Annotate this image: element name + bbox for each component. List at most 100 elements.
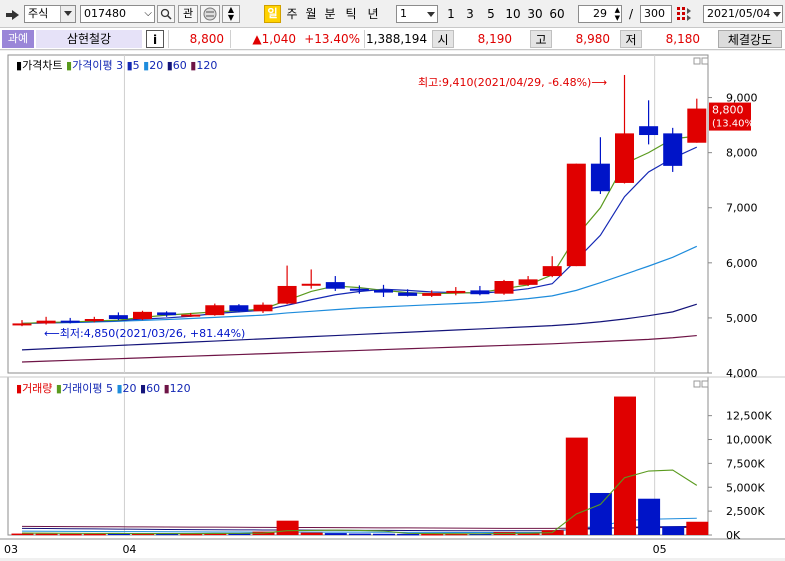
- legend-marker: ▮: [187, 59, 197, 72]
- candle-body: [566, 163, 586, 267]
- market-select-value: 주식: [28, 7, 49, 20]
- candle-body: [325, 282, 345, 289]
- chevron-down-icon[interactable]: [60, 6, 75, 22]
- stock-name[interactable]: 삼현철강: [36, 30, 142, 48]
- interval-3-button[interactable]: 3: [463, 6, 477, 22]
- legend-label[interactable]: 20: [123, 382, 137, 395]
- spin-icon[interactable]: ▲ ▼: [615, 6, 620, 22]
- price-axis-label: 7,000: [726, 202, 758, 215]
- candle-body: [157, 312, 177, 316]
- stock-code-input[interactable]: 017480 ⌵: [80, 5, 155, 23]
- current-price-tag-pct: (13.40%): [712, 119, 758, 130]
- candle-body: [301, 283, 321, 286]
- legend-label[interactable]: 120: [196, 59, 217, 72]
- volume-bar: [59, 533, 82, 536]
- x-axis-label: 04: [122, 543, 136, 556]
- legend-label[interactable]: 120: [170, 382, 191, 395]
- trade-strength-button[interactable]: 체결강도: [718, 30, 782, 48]
- candle-body: [470, 290, 490, 295]
- volume-bar: [565, 437, 588, 535]
- volume-bar: [373, 533, 395, 536]
- high-price: 8,980: [575, 32, 610, 46]
- candle-body: [36, 320, 56, 324]
- volume-axis-label: 12,500K: [726, 410, 772, 423]
- legend-label[interactable]: 거래량: [22, 382, 52, 395]
- candle-body: [349, 288, 369, 291]
- legend-marker: ▮: [163, 59, 173, 72]
- period-tick-button[interactable]: 틱: [344, 6, 358, 22]
- interval-10-button[interactable]: 10: [504, 6, 522, 22]
- volume-bar: [35, 533, 58, 536]
- candle-body: [205, 305, 225, 316]
- interval-select-value: 1: [400, 7, 407, 20]
- volume-legend: ▮거래량 ▮거래이평 5 ▮20 ▮60 ▮120: [16, 382, 191, 395]
- volume-bar: [589, 492, 612, 535]
- chevron-down-icon[interactable]: ⌵: [144, 6, 152, 22]
- settings-grid-icon[interactable]: [676, 6, 692, 25]
- chart-area[interactable]: 9,000 8,000 7,000 6,000 5,000 4,000 12,500K 10,…: [0, 51, 785, 558]
- legend-label[interactable]: 가격차트: [22, 59, 62, 72]
- panel-maximize-icon[interactable]: [693, 57, 701, 65]
- menu-arrow-icon[interactable]: [6, 9, 20, 20]
- interval-60-button[interactable]: 60: [548, 6, 566, 22]
- legend-label[interactable]: 20: [149, 59, 163, 72]
- swap-icon: [203, 7, 217, 21]
- volume-axis-label: 5,000K: [726, 481, 765, 494]
- panel-close-icon[interactable]: [701, 380, 709, 388]
- candle-body: [108, 315, 128, 320]
- panel-close-icon[interactable]: [701, 57, 709, 65]
- sort-button[interactable]: [200, 5, 220, 23]
- interval-select[interactable]: 1: [396, 5, 438, 23]
- legend-label[interactable]: 5: [133, 59, 140, 72]
- price-axis-label: 5,000: [726, 312, 758, 325]
- candle-body: [374, 289, 393, 293]
- total-count-input[interactable]: 300: [640, 5, 672, 23]
- open-label: 시: [432, 30, 454, 48]
- stock-chart[interactable]: 9,0008,0007,0006,0005,0004,00012,500K10,…: [0, 51, 785, 558]
- low-label: 저: [620, 30, 642, 48]
- candle-body: [181, 314, 201, 317]
- legend-marker: ▮: [140, 59, 150, 72]
- candle-body: [615, 133, 634, 183]
- candle-body: [446, 290, 466, 294]
- candle-body: [277, 285, 297, 304]
- period-month-button[interactable]: 월: [304, 6, 318, 22]
- period-minute-button[interactable]: 분: [323, 6, 337, 22]
- info-button[interactable]: i: [146, 30, 164, 48]
- interval-5-button[interactable]: 5: [484, 6, 498, 22]
- chevron-down-icon[interactable]: [427, 6, 435, 22]
- current-price: 8,800: [189, 32, 224, 46]
- divider: [168, 30, 169, 48]
- related-button[interactable]: 관: [178, 5, 198, 23]
- market-select[interactable]: 주식: [24, 5, 76, 23]
- visible-count-input[interactable]: 29 ▲ ▼: [578, 5, 622, 23]
- volume-axis-label: 2,500K: [726, 505, 765, 518]
- count-separator: /: [628, 7, 634, 21]
- volume-bar: [83, 533, 106, 536]
- chevron-down-icon[interactable]: [773, 6, 781, 22]
- total-count-value: 300: [644, 7, 665, 20]
- interval-1-button[interactable]: 1: [444, 6, 458, 22]
- panel-maximize-icon[interactable]: [693, 380, 701, 388]
- open-price: 8,190: [477, 32, 512, 46]
- date-select[interactable]: 2021/05/04: [703, 5, 783, 23]
- legend-label[interactable]: 60: [173, 59, 187, 72]
- candle-body: [590, 163, 610, 192]
- date-select-value: 2021/05/04: [707, 7, 771, 20]
- price-change: ▲1,040: [252, 32, 296, 46]
- spin-updown[interactable]: ▲ ▼: [222, 5, 240, 23]
- period-year-button[interactable]: 년: [366, 6, 380, 22]
- search-icon: [160, 8, 172, 20]
- volume-bar: [300, 532, 323, 535]
- legend-label[interactable]: 거래이평 5: [62, 382, 113, 395]
- period-week-button[interactable]: 주: [285, 6, 299, 22]
- interval-30-button[interactable]: 30: [526, 6, 544, 22]
- candle-body: [687, 108, 707, 143]
- candle-body: [133, 311, 152, 320]
- search-button[interactable]: [157, 5, 175, 23]
- legend-label[interactable]: 가격이평 3: [72, 59, 123, 72]
- legend-label[interactable]: 60: [146, 382, 160, 395]
- divider: [364, 30, 365, 48]
- period-day-button[interactable]: 일: [264, 5, 281, 23]
- candle-body: [639, 126, 659, 136]
